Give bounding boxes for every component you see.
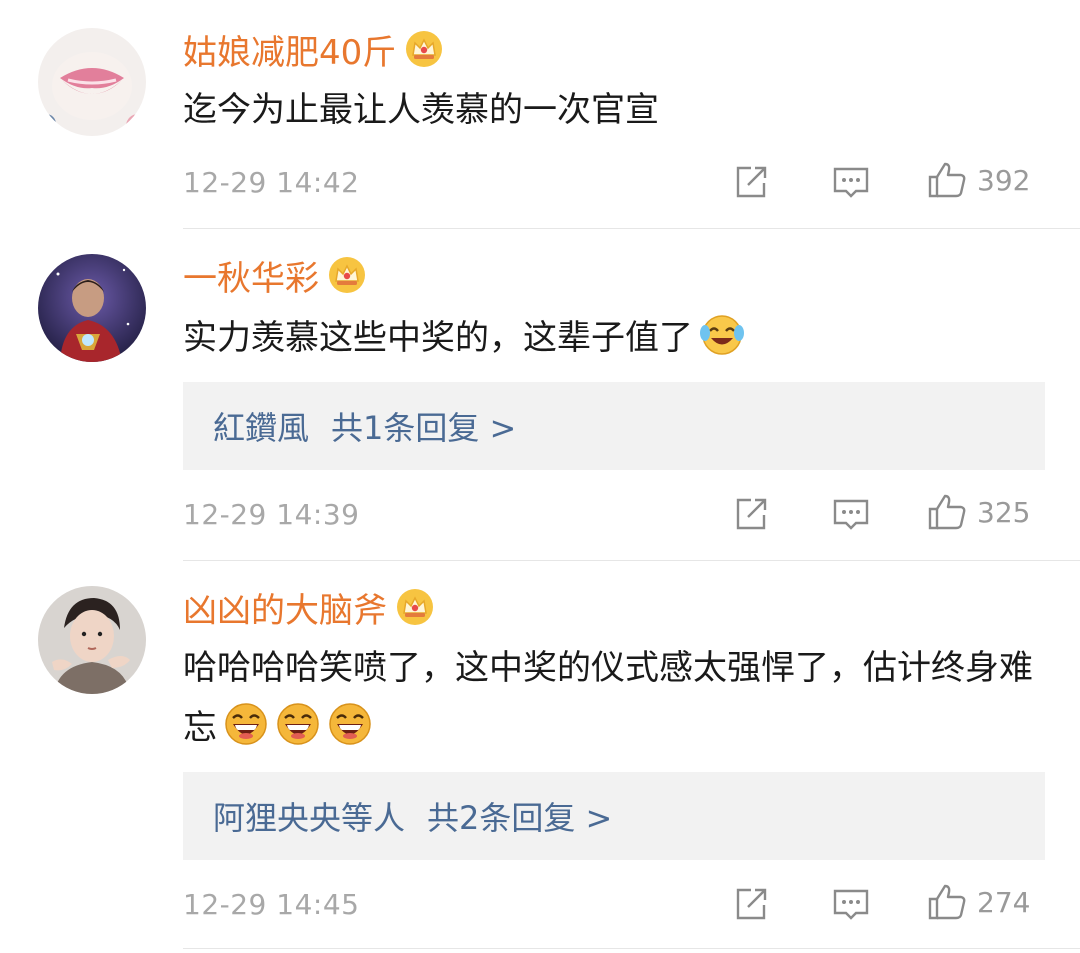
comment-text-content: 迄今为止最让人羡慕的一次官宣: [183, 90, 659, 130]
username-text[interactable]: 姑娘减肥40斤: [183, 25, 396, 74]
divider: [183, 948, 1080, 949]
comment-text: 实力羡慕这些中奖的，这辈子值了: [183, 308, 1063, 368]
comment-meta: 12-29 14:45 274: [183, 882, 1045, 926]
comment-text-content: 实力羡慕这些中奖的，这辈子值了: [183, 318, 693, 358]
divider: [183, 228, 1080, 229]
divider: [183, 560, 1080, 561]
reply-users[interactable]: 阿狸央央等人: [213, 793, 405, 839]
comment-icon[interactable]: [831, 162, 871, 202]
avatar-image: [38, 28, 146, 136]
thumbs-up-icon[interactable]: [927, 160, 967, 200]
timestamp: 12-29 14:45: [183, 887, 360, 921]
username-text[interactable]: 一秋华彩: [183, 251, 319, 300]
laughing-emoji: [223, 701, 269, 747]
avatar-image: [38, 586, 146, 694]
reply-count-link[interactable]: 共2条回复 >: [427, 793, 612, 839]
laughing-emoji: [327, 701, 373, 747]
avatar[interactable]: [38, 254, 146, 362]
avatar[interactable]: [38, 28, 146, 136]
timestamp: 12-29 14:39: [183, 497, 360, 531]
avatar-image: [38, 254, 146, 362]
comment-icon[interactable]: [831, 494, 871, 534]
comment-text: 迄今为止最让人羡慕的一次官宣: [183, 80, 1063, 140]
comment-meta: 12-29 14:42 392: [183, 160, 1045, 204]
laughing-emoji: [275, 701, 321, 747]
comment-icon[interactable]: [831, 884, 871, 924]
share-icon[interactable]: [731, 884, 771, 924]
username[interactable]: 一秋华彩: [183, 251, 367, 300]
like-button[interactable]: 274: [927, 882, 1030, 922]
avatar[interactable]: [38, 586, 146, 694]
crown-badge-icon: [404, 29, 444, 69]
comment-meta: 12-29 14:39 325: [183, 492, 1045, 536]
share-icon[interactable]: [731, 494, 771, 534]
username[interactable]: 姑娘减肥40斤: [183, 25, 444, 74]
like-count: 274: [977, 885, 1031, 919]
like-button[interactable]: 392: [927, 160, 1030, 200]
timestamp: 12-29 14:42: [183, 165, 360, 199]
laughing-tears-emoji: [699, 311, 745, 357]
username-text[interactable]: 凶凶的大脑斧: [183, 583, 387, 632]
thumbs-up-icon[interactable]: [927, 882, 967, 922]
reply-count-link[interactable]: 共1条回复 >: [331, 403, 516, 449]
thumbs-up-icon[interactable]: [927, 492, 967, 532]
like-count: 325: [977, 495, 1031, 529]
reply-preview[interactable]: 紅鑽風 共1条回复 >: [183, 382, 1045, 470]
crown-badge-icon: [327, 255, 367, 295]
like-button[interactable]: 325: [927, 492, 1030, 532]
username[interactable]: 凶凶的大脑斧: [183, 583, 435, 632]
reply-users[interactable]: 紅鑽風: [213, 403, 309, 449]
share-icon[interactable]: [731, 162, 771, 202]
crown-badge-icon: [395, 587, 435, 627]
comment-text: 哈哈哈哈笑喷了，这中奖的仪式感太强悍了，估计终身难忘: [183, 638, 1043, 758]
like-count: 392: [977, 163, 1031, 197]
reply-preview[interactable]: 阿狸央央等人 共2条回复 >: [183, 772, 1045, 860]
